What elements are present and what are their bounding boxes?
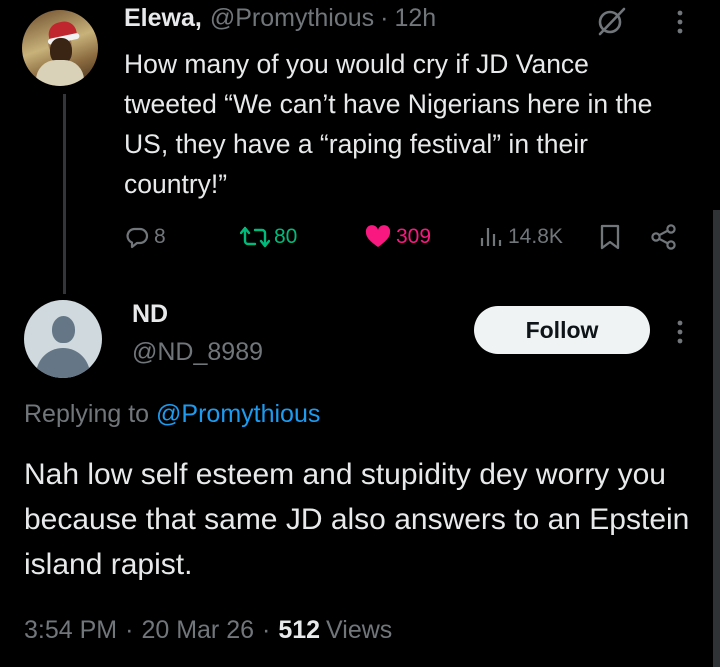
tweet-time[interactable]: 12h: [394, 4, 436, 33]
user-handle[interactable]: @ND_8989: [132, 338, 263, 367]
replying-to: Replying to @Promythious: [24, 400, 320, 429]
tweet-date[interactable]: 20 Mar 26: [141, 616, 254, 645]
bookmark-icon: [600, 224, 620, 250]
tweet-time[interactable]: 3:54 PM: [24, 616, 117, 645]
thread-line: [63, 94, 66, 294]
display-name[interactable]: ND: [132, 300, 168, 329]
user-handle[interactable]: @Promythious: [210, 4, 374, 33]
parent-tweet[interactable]: Elewa, @Promythious · 12h How many of yo…: [0, 0, 720, 294]
tweet-text: Nah low self esteem and stupidity dey wo…: [24, 458, 690, 581]
display-name[interactable]: Elewa,: [124, 4, 202, 33]
avatar[interactable]: [24, 300, 102, 378]
reply-count: 8: [154, 225, 166, 248]
replying-prefix: Replying to: [24, 400, 150, 428]
tweet-meta: 3:54 PM · 20 Mar 26 · 512 Views: [24, 616, 392, 645]
like-count: 309: [396, 225, 432, 248]
heart-icon: [365, 225, 391, 247]
repost-count: 80: [274, 225, 298, 248]
like-button[interactable]: 309: [364, 220, 431, 254]
separator: ·: [380, 4, 389, 32]
more-icon[interactable]: [668, 6, 692, 38]
separator: ·: [262, 616, 271, 644]
follow-button[interactable]: Follow: [474, 306, 650, 354]
views-label: Views: [326, 616, 393, 644]
share-button[interactable]: [650, 220, 678, 254]
share-icon: [651, 224, 676, 250]
separator: ·: [125, 616, 134, 644]
views-count: 14.8K: [508, 225, 563, 248]
views-count: 512: [278, 616, 321, 644]
avatar[interactable]: [22, 10, 98, 86]
reply-icon: [126, 227, 149, 249]
views-icon: [480, 228, 502, 246]
more-icon[interactable]: [668, 316, 692, 348]
scrollbar[interactable]: [713, 210, 720, 667]
bookmark-button[interactable]: [598, 220, 622, 254]
reply-button[interactable]: 8: [124, 220, 166, 254]
repost-icon: [240, 226, 270, 248]
tweet-header: Elewa, @Promythious · 12h: [124, 4, 436, 40]
replying-mention-link[interactable]: @Promythious: [156, 400, 320, 428]
repost-button[interactable]: 80: [240, 220, 297, 254]
tweet-actions: 8 80 309 14.8K: [124, 220, 694, 254]
grok-icon[interactable]: [594, 4, 628, 38]
views-button[interactable]: 14.8K: [478, 220, 563, 254]
tweet-text: How many of you would cry if JD Vance tw…: [124, 49, 653, 199]
